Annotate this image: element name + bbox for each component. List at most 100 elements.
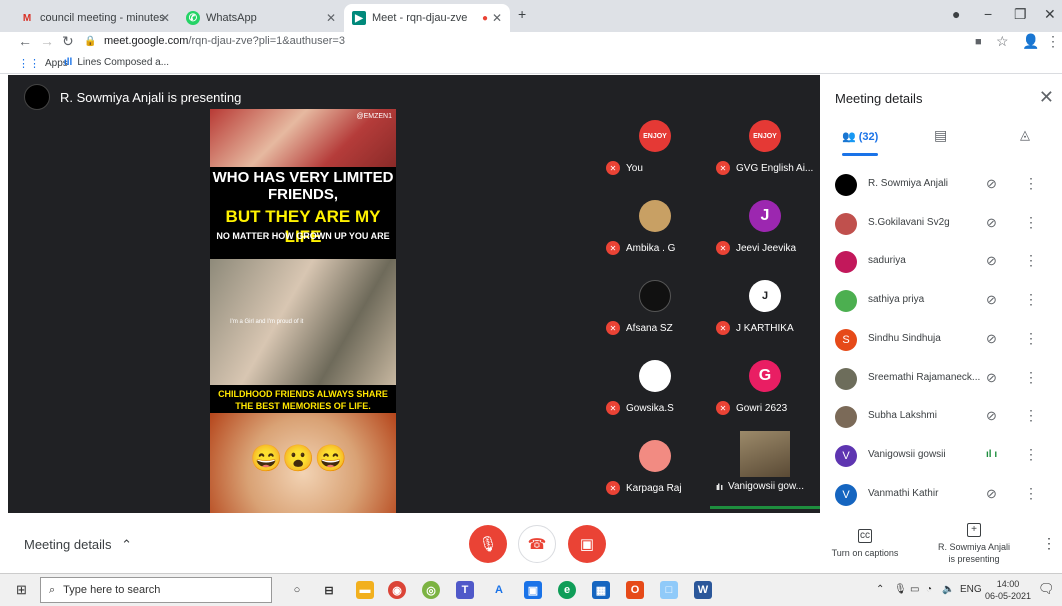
more-options-icon[interactable]: ⋮	[1024, 485, 1038, 502]
phone-hangup-icon: ☎	[527, 536, 547, 553]
participant-tile[interactable]: J ✕ Jeevi Jeevika	[710, 189, 820, 269]
system-clock[interactable]: 14:00 06-05-2021	[985, 578, 1031, 602]
tab-gmail[interactable]: M council meeting - minutes - vadi ✕	[12, 4, 178, 32]
tab-people[interactable]: 👥 (32)	[842, 130, 878, 143]
apps-grid-icon: ⋮⋮	[18, 58, 40, 70]
more-options-icon[interactable]: ⋮	[1024, 175, 1038, 192]
app-icon[interactable]: □	[660, 581, 678, 599]
participant-tile[interactable]: ✕ Karpaga Raj	[600, 429, 710, 509]
translate-icon[interactable]: A	[490, 581, 508, 599]
network-icon: ◔	[926, 584, 933, 595]
word-icon[interactable]: W	[694, 581, 712, 599]
participant-tile[interactable]: ✕ Ambika . G	[600, 189, 710, 269]
back-icon[interactable]: ←	[18, 33, 32, 49]
windows-start-icon[interactable]: ⊞	[16, 582, 27, 598]
chrome-icon[interactable]: ◉	[388, 581, 406, 599]
people-icon: 👥	[842, 131, 856, 143]
mic-toggle-button[interactable]: 🎙	[469, 525, 507, 563]
tab-whatsapp[interactable]: ✆ WhatsApp ✕	[178, 4, 344, 32]
bookmark-lines-composed[interactable]: ıll Lines Composed a...	[64, 57, 169, 68]
chevron-up-icon: ⌃	[121, 537, 132, 552]
taskbar-search[interactable]: ⌕ Type here to search	[40, 577, 272, 603]
participant-tile[interactable]: ✕ Gowsika.S	[600, 349, 710, 429]
participant-row[interactable]: S.Gokilavani Sv2g ⊘ ⋮	[820, 205, 1062, 244]
more-options-icon[interactable]: ⋮	[1042, 535, 1056, 552]
participant-row[interactable]: Subha Lakshmi ⊘ ⋮	[820, 398, 1062, 437]
more-options-icon[interactable]: ⋮	[1024, 330, 1038, 347]
new-tab-button[interactable]: +	[518, 6, 526, 22]
participant-row[interactable]: V Vanigowsii gowsii ıl ı ⋮	[820, 437, 1062, 476]
office-icon[interactable]: O	[626, 581, 644, 599]
participant-name: Vanmathi Kathir	[868, 487, 939, 499]
bookmarks-bar: ⋮⋮ Apps ıll Lines Composed a...	[0, 52, 1062, 74]
minimize-icon[interactable]: −	[984, 6, 992, 22]
mic-off-icon: ⊘	[986, 176, 997, 191]
camera-icon[interactable]: ■	[975, 36, 982, 48]
notification-icon[interactable]: 🗨	[1038, 581, 1055, 597]
reload-icon[interactable]: ↻	[62, 33, 74, 50]
star-icon[interactable]: ☆	[996, 33, 1009, 50]
participant-tile[interactable]: G ✕ Gowri 2623	[710, 349, 820, 429]
forward-icon[interactable]: →	[40, 33, 54, 49]
presentation-button[interactable]: + R. Sowmiya Anjali is presenting	[930, 523, 1018, 565]
activities-icon[interactable]: ◬	[1020, 127, 1030, 143]
more-options-icon[interactable]: ⋮	[1024, 291, 1038, 308]
window-close-icon[interactable]: ✕	[1044, 6, 1056, 23]
close-icon[interactable]: ✕	[326, 11, 336, 25]
bookmark-apps[interactable]: ⋮⋮ Apps	[18, 57, 68, 70]
chat-icon[interactable]: ▤	[934, 127, 947, 144]
close-icon[interactable]: ✕	[1039, 87, 1054, 108]
close-icon[interactable]: ✕	[492, 11, 502, 25]
captions-button[interactable]: cc Turn on captions	[826, 529, 904, 559]
participant-tile[interactable]: ENJOY ✕ GVG English Ai...	[710, 109, 820, 189]
more-options-icon[interactable]: ⋮	[1024, 369, 1038, 386]
participant-row[interactable]: sathiya priya ⊘ ⋮	[820, 282, 1062, 321]
account-icon[interactable]: ●	[952, 6, 960, 22]
participant-tile[interactable]: ENJOY ✕ You	[600, 109, 710, 189]
profile-icon[interactable]: 👤	[1022, 33, 1039, 50]
participant-row[interactable]: V Vanmathi Kathir ⊘ ⋮	[820, 476, 1062, 515]
camera-toggle-button[interactable]: ▣	[568, 525, 606, 563]
participant-row[interactable]: S Sindhu Sindhuja ⊘ ⋮	[820, 321, 1062, 360]
app-icon[interactable]: ▦	[592, 581, 610, 599]
participant-row[interactable]: saduriya ⊘ ⋮	[820, 243, 1062, 282]
task-view-icon[interactable]: ⊟	[320, 581, 338, 599]
participant-row[interactable]: Sreemathi Rajamaneck... ⊘ ⋮	[820, 360, 1062, 399]
slide-photo: I'm a Girl and I'm proud of it	[210, 259, 396, 385]
chevron-up-icon[interactable]: ⌃	[876, 584, 884, 595]
app-icon[interactable]: ◎	[422, 581, 440, 599]
edge-icon[interactable]: e	[558, 581, 576, 599]
more-options-icon[interactable]: ⋮	[1024, 252, 1038, 269]
file-explorer-icon[interactable]: ▬	[356, 581, 374, 599]
participant-name: S.Gokilavani Sv2g	[868, 216, 950, 228]
participant-tile[interactable]: J ✕ J KARTHIKA	[710, 269, 820, 349]
camera-off-icon: ▣	[579, 536, 595, 553]
panel-tabs: 👥 (32) ▤ ◬	[820, 125, 1062, 156]
teams-icon[interactable]: T	[456, 581, 474, 599]
close-icon[interactable]: ✕	[160, 11, 170, 25]
meeting-details-toggle[interactable]: Meeting details ⌃	[24, 537, 132, 553]
slide-photo: @EMZEN1	[210, 109, 396, 167]
participant-name: J KARTHIKA	[736, 322, 794, 334]
language-indicator[interactable]: ENG	[960, 584, 982, 595]
participant-tile-speaking[interactable]: ıl ı Vanigowsii gow...	[710, 429, 820, 509]
battery-icon: ▭	[910, 584, 920, 595]
tab-meet[interactable]: ▶ Meet - rqn-djau-zve ● ✕	[344, 4, 510, 32]
tab-title: council meeting - minutes - vadi	[40, 12, 168, 24]
maximize-icon[interactable]: ❐	[1014, 6, 1027, 23]
cortana-icon[interactable]: ○	[288, 581, 306, 599]
participant-video	[740, 431, 790, 477]
url-field[interactable]: meet.google.com/rqn-djau-zve?pli=1&authu…	[104, 35, 345, 47]
mic-tray-icon: 🎙	[894, 584, 907, 595]
menu-icon[interactable]: ⋮	[1046, 33, 1060, 50]
participant-tile[interactable]: ✕ Afsana SZ	[600, 269, 710, 349]
participant-row[interactable]: R. Sowmiya Anjali ⊘ ⋮	[820, 166, 1062, 205]
more-options-icon[interactable]: ⋮	[1024, 407, 1038, 424]
volume-icon[interactable]: 🔈	[942, 584, 954, 595]
more-options-icon[interactable]: ⋮	[1024, 214, 1038, 231]
mic-off-icon: ✕	[606, 241, 620, 255]
app-icon[interactable]: ▣	[524, 581, 542, 599]
more-options-icon[interactable]: ⋮	[1024, 446, 1038, 463]
mic-off-icon: ✕	[716, 241, 730, 255]
leave-call-button[interactable]: ☎	[518, 525, 556, 563]
